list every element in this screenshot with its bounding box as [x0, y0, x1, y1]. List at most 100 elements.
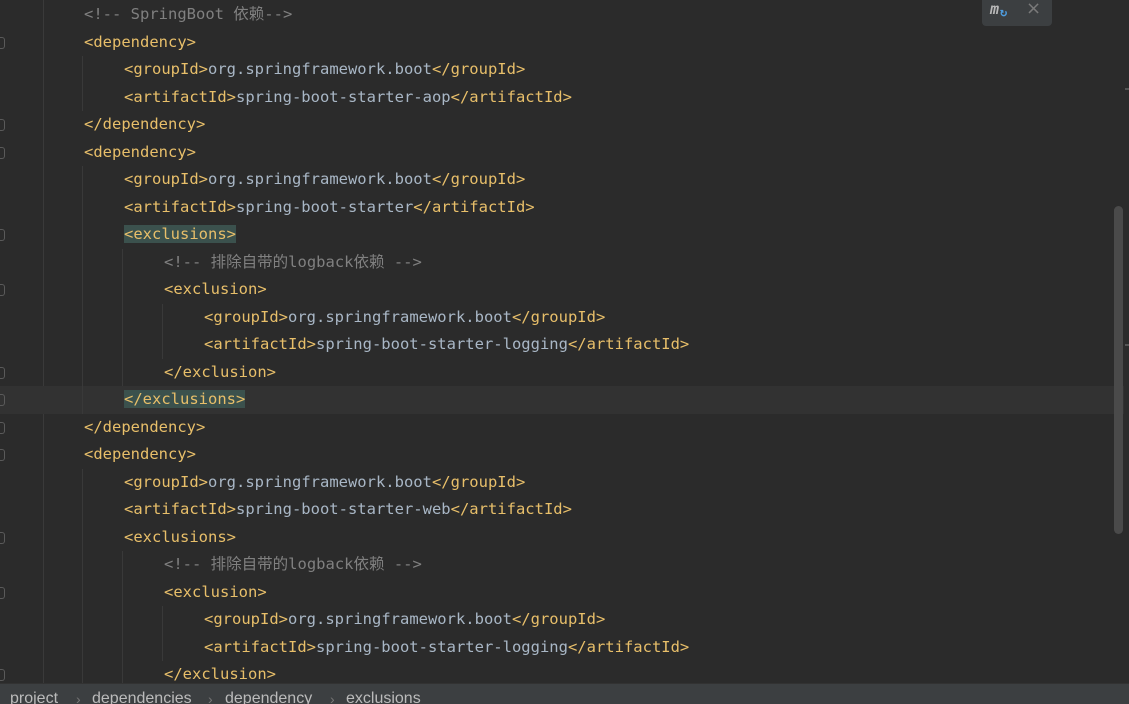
indent-guide — [122, 578, 123, 606]
code-line[interactable]: <exclusions> — [0, 221, 1124, 249]
indent-guide — [82, 56, 83, 84]
fold-marker-icon[interactable] — [0, 669, 5, 681]
code-line[interactable]: <artifactId>spring-boot-starter-logging<… — [0, 633, 1124, 661]
refresh-icon: ↻ — [1000, 5, 1008, 19]
code-line-text: </dependency> — [84, 111, 205, 139]
code-line[interactable]: <artifactId>spring-boot-starter</artifac… — [0, 193, 1124, 222]
vertical-scrollbar-thumb[interactable] — [1114, 206, 1123, 534]
indent-guide — [162, 633, 163, 661]
breadcrumb-separator-icon: › — [330, 691, 335, 704]
xml-text: org.springframework.boot — [288, 610, 512, 628]
fold-marker-icon[interactable] — [0, 421, 5, 434]
maven-reload-icon[interactable]: m ↻ — [990, 0, 1012, 20]
code-line[interactable]: <groupId>org.springframework.boot</group… — [0, 606, 1124, 634]
fold-marker-icon[interactable] — [0, 284, 5, 296]
code-line-text: <exclusions> — [124, 221, 236, 249]
code-line[interactable]: </exclusion> — [0, 661, 1124, 683]
xml-tag: <artifactId> — [204, 637, 316, 656]
xml-tag: <dependency> — [84, 445, 196, 463]
code-line[interactable]: <!-- SpringBoot 依赖--> — [0, 1, 1124, 29]
xml-comment: <!-- SpringBoot 依赖--> — [84, 5, 293, 23]
xml-tag: </artifactId> — [567, 335, 690, 353]
code-line[interactable]: <dependency> — [0, 139, 1124, 167]
fold-marker-icon[interactable] — [0, 146, 5, 159]
indent-guide — [122, 303, 123, 331]
code-line[interactable]: </exclusions> — [0, 386, 1124, 414]
code-line-text: </exclusion> — [164, 661, 276, 683]
code-editor[interactable]: <!-- SpringBoot 依赖--> <dependency> <groupI… — [0, 0, 1129, 683]
change-marker — [1125, 88, 1129, 90]
code-line[interactable]: <exclusion> — [0, 276, 1124, 304]
xml-tag: </artifactId> — [567, 637, 690, 656]
indent-guide — [82, 633, 83, 661]
xml-tag: <exclusion> — [164, 582, 267, 601]
code-line-text: <exclusion> — [164, 276, 267, 304]
xml-tag: <groupId> — [124, 472, 208, 491]
xml-text: org.springframework.boot — [288, 307, 512, 326]
code-line[interactable]: </dependency> — [0, 414, 1124, 442]
code-line-text: <artifactId>spring-boot-starter</artifac… — [124, 194, 535, 222]
code-line-text: <!-- 排除自带的logback依赖 --> — [164, 551, 422, 579]
indent-guide — [82, 606, 83, 634]
code-line-text: <exclusion> — [164, 579, 267, 607]
indent-guide — [82, 661, 83, 683]
fold-marker-icon[interactable] — [0, 531, 5, 544]
code-line[interactable]: <groupId>org.springframework.boot</group… — [0, 468, 1124, 496]
indent-guide — [82, 248, 83, 276]
xml-text: spring-boot-starter — [235, 197, 414, 216]
breadcrumb-item-dependency[interactable]: dependency — [225, 684, 312, 704]
maven-glyph: m — [990, 0, 1000, 18]
breadcrumb-item-dependencies[interactable]: dependencies — [92, 684, 192, 704]
xml-tag: <artifactId> — [124, 500, 236, 518]
indent-guide — [122, 661, 123, 683]
code-line[interactable]: <groupId>org.springframework.boot</group… — [0, 56, 1124, 84]
indent-guide — [162, 331, 163, 359]
indent-guide — [162, 606, 163, 634]
fold-marker-icon[interactable] — [0, 586, 5, 599]
breadcrumb-item-exclusions[interactable]: exclusions — [346, 684, 421, 704]
xml-tag: <groupId> — [204, 307, 288, 326]
code-line-text: <artifactId>spring-boot-starter-logging<… — [204, 331, 689, 359]
indent-guide — [82, 551, 83, 579]
breadcrumb-item-project[interactable]: project — [10, 684, 58, 704]
code-line[interactable]: <artifactId>spring-boot-starter-logging<… — [0, 331, 1124, 359]
code-line-text: <dependency> — [84, 29, 196, 57]
fold-marker-icon[interactable] — [0, 366, 5, 379]
fold-marker-icon[interactable] — [0, 229, 5, 241]
code-line[interactable]: <dependency> — [0, 29, 1124, 57]
xml-text: spring-boot-starter-aop — [235, 87, 451, 106]
code-line-text: </exclusions> — [124, 386, 246, 414]
code-line[interactable]: <exclusions> — [0, 523, 1124, 551]
code-line[interactable]: <artifactId>spring-boot-starter-aop</art… — [0, 83, 1124, 111]
indent-guide — [82, 358, 83, 386]
indent-guide — [82, 468, 83, 496]
code-line[interactable]: </dependency> — [0, 111, 1124, 139]
fold-marker-icon[interactable] — [0, 394, 5, 406]
code-line[interactable]: <!-- 排除自带的logback依赖 --> — [0, 551, 1124, 579]
xml-tag: </artifactId> — [413, 197, 535, 216]
code-line[interactable]: </exclusion> — [0, 358, 1124, 386]
xml-text: spring-boot-starter-web — [235, 500, 451, 518]
code-line[interactable]: <dependency> — [0, 441, 1124, 469]
code-line[interactable]: <groupId>org.springframework.boot</group… — [0, 303, 1124, 331]
code-line[interactable]: <groupId>org.springframework.boot</group… — [0, 166, 1124, 194]
indent-guide — [82, 166, 83, 194]
indent-guide — [82, 83, 83, 111]
indent-guide — [122, 276, 123, 304]
indent-guide — [122, 633, 123, 661]
xml-tag: <dependency> — [84, 32, 196, 51]
xml-text: org.springframework.boot — [208, 60, 432, 78]
indent-guide — [122, 358, 123, 386]
xml-tag: <groupId> — [124, 60, 208, 78]
fold-marker-icon[interactable] — [0, 449, 5, 461]
code-line[interactable]: <exclusion> — [0, 578, 1124, 607]
indent-guide — [82, 193, 83, 221]
code-line[interactable]: <artifactId>spring-boot-starter-web</art… — [0, 496, 1124, 524]
fold-marker-icon[interactable] — [0, 119, 5, 131]
fold-marker-icon[interactable] — [0, 36, 5, 49]
indent-guide — [122, 331, 123, 359]
xml-tag: <exclusions> — [124, 225, 236, 243]
code-line-text: <dependency> — [84, 441, 196, 469]
close-icon[interactable]: × — [1026, 0, 1041, 19]
code-line[interactable]: <!-- 排除自带的logback依赖 --> — [0, 248, 1124, 276]
